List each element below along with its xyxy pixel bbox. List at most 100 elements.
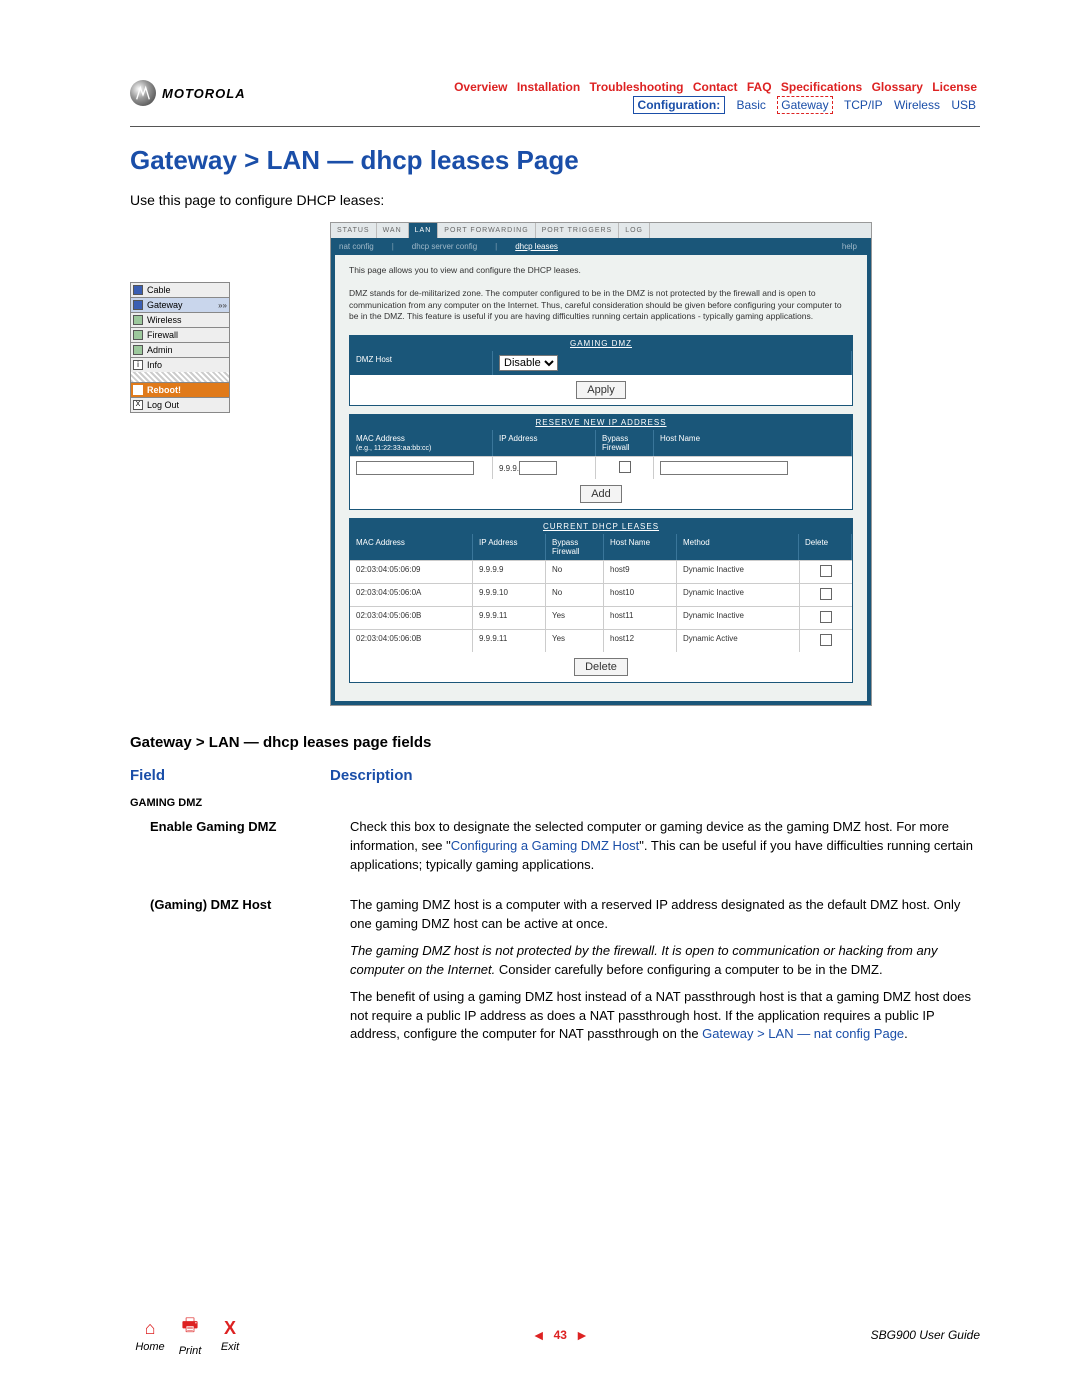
header-rule <box>130 126 980 127</box>
print-label: Print <box>170 1345 210 1357</box>
dmz-host-label: DMZ Host <box>350 351 493 375</box>
nav-overview[interactable]: Overview <box>454 80 507 94</box>
nav-basic[interactable]: Basic <box>737 98 766 112</box>
panel-desc-1: This page allows you to view and configu… <box>349 265 853 276</box>
col-delete: Delete <box>799 534 852 560</box>
delete-button[interactable]: Delete <box>574 658 628 676</box>
nav-tcpip[interactable]: TCP/IP <box>844 98 883 112</box>
dmz-host-select[interactable]: Disable <box>499 355 558 371</box>
link-nat-config-page[interactable]: Gateway > LAN — nat config Page <box>702 1026 904 1041</box>
cell-method: Dynamic Inactive <box>677 561 800 583</box>
nav-faq[interactable]: FAQ <box>747 80 772 94</box>
col-mac-hint: (e.g., 11:22:33:aa:bb:cc) <box>356 445 431 452</box>
brand-name: MOTOROLA <box>162 86 246 101</box>
bypass-checkbox[interactable] <box>619 461 631 473</box>
nav-configuration[interactable]: Configuration: <box>633 96 726 114</box>
cell-bypass: Yes <box>546 607 604 629</box>
panel-title: GAMING DMZ <box>350 336 852 351</box>
square-icon <box>133 330 143 340</box>
sidebar-item-label: Firewall <box>147 330 178 340</box>
sidebar-item-logout[interactable]: XLog Out <box>130 397 230 413</box>
sidebar-item-label: Cable <box>147 285 171 295</box>
sidebar-divider <box>130 372 230 382</box>
subtab-dhcp-leases[interactable]: dhcp leases <box>515 242 558 251</box>
nav-usb[interactable]: USB <box>951 98 976 112</box>
cell-ip: 9.9.9.10 <box>473 584 546 606</box>
mac-input[interactable] <box>356 461 474 475</box>
nav-contact[interactable]: Contact <box>693 80 738 94</box>
tab-port-triggers[interactable]: PORT TRIGGERS <box>536 223 620 238</box>
nav-installation[interactable]: Installation <box>517 80 580 94</box>
top-nav: Overview Installation Troubleshooting Co… <box>451 80 980 112</box>
sidebar-nav: Cable Gateway»» Wireless Firewall Admin … <box>130 282 230 706</box>
add-button[interactable]: Add <box>580 485 622 503</box>
cell-ip: 9.9.9.11 <box>473 607 546 629</box>
home-button[interactable]: ⌂ Home <box>130 1318 170 1353</box>
sidebar-item-reboot[interactable]: Reboot! <box>130 382 230 397</box>
nav-gateway[interactable]: Gateway <box>777 96 832 114</box>
ip-prefix: 9.9.9. <box>499 464 519 473</box>
close-icon: X <box>133 400 143 410</box>
delete-checkbox[interactable] <box>820 588 832 600</box>
cell-mac: 02:03:04:05:06:09 <box>350 561 473 583</box>
col-bypass: Bypass Firewall <box>546 534 604 560</box>
page-intro: Use this page to configure DHCP leases: <box>130 192 980 208</box>
sidebar-item-firewall[interactable]: Firewall <box>130 327 230 342</box>
cell-mac: 02:03:04:05:06:0B <box>350 630 473 652</box>
tab-port-forwarding[interactable]: PORT FORWARDING <box>438 223 535 238</box>
help-link[interactable]: help <box>842 242 857 251</box>
field-description: The gaming DMZ host is not protected by … <box>350 942 980 980</box>
guide-name: SBG900 User Guide <box>871 1328 980 1342</box>
table-row: 02:03:04:05:06:09 9.9.9.9 No host9 Dynam… <box>350 560 852 583</box>
field-header-field: Field <box>130 767 330 784</box>
tab-wan[interactable]: WAN <box>377 223 409 238</box>
field-label: (Gaming) DMZ Host <box>150 896 350 1052</box>
nav-glossary[interactable]: Glossary <box>872 80 923 94</box>
nav-troubleshooting[interactable]: Troubleshooting <box>590 80 684 94</box>
col-mac: MAC Address <box>350 534 473 560</box>
hostname-input[interactable] <box>660 461 788 475</box>
chevron-right-icon: »» <box>218 301 227 310</box>
ip-suffix-input[interactable] <box>519 461 557 475</box>
cell-method: Dynamic Inactive <box>677 584 800 606</box>
col-mac: MAC Address <box>356 434 405 443</box>
panel-desc-2: DMZ stands for de-militarized zone. The … <box>349 288 853 322</box>
col-method: Method <box>677 534 799 560</box>
nav-license[interactable]: License <box>932 80 977 94</box>
sidebar-item-gateway[interactable]: Gateway»» <box>130 297 230 312</box>
exit-button[interactable]: X Exit <box>210 1318 250 1353</box>
sidebar-item-wireless[interactable]: Wireless <box>130 312 230 327</box>
subtab-nat-config[interactable]: nat config <box>339 242 374 251</box>
table-row: 02:03:04:05:06:0B 9.9.9.11 Yes host11 Dy… <box>350 606 852 629</box>
tab-status[interactable]: STATUS <box>331 223 377 238</box>
chevron-right-icon[interactable]: ► <box>575 1327 589 1343</box>
nav-wireless[interactable]: Wireless <box>894 98 940 112</box>
col-host: Host Name <box>654 430 852 456</box>
tab-log[interactable]: LOG <box>619 223 650 238</box>
sidebar-item-info[interactable]: iInfo <box>130 357 230 372</box>
print-button[interactable]: 🖶 Print <box>170 1313 210 1357</box>
chevron-left-icon[interactable]: ◄ <box>532 1327 546 1343</box>
delete-checkbox[interactable] <box>820 611 832 623</box>
close-icon: X <box>210 1318 250 1339</box>
nav-specifications[interactable]: Specifications <box>781 80 862 94</box>
tab-lan[interactable]: LAN <box>409 223 439 238</box>
cell-host: host9 <box>604 561 677 583</box>
page-number-value: 43 <box>554 1328 567 1342</box>
cell-host: host12 <box>604 630 677 652</box>
delete-checkbox[interactable] <box>820 634 832 646</box>
link-configuring-dmz[interactable]: Configuring a Gaming DMZ Host <box>451 838 640 853</box>
main-tabs: STATUS WAN LAN PORT FORWARDING PORT TRIG… <box>331 223 871 238</box>
subtab-dhcp-server[interactable]: dhcp server config <box>412 242 477 251</box>
panel-title: CURRENT DHCP LEASES <box>350 519 852 534</box>
cell-bypass: Yes <box>546 630 604 652</box>
sidebar-item-cable[interactable]: Cable <box>130 282 230 297</box>
apply-button[interactable]: Apply <box>576 381 626 399</box>
field-header-description: Description <box>330 767 413 784</box>
logo: MOTOROLA <box>130 80 246 106</box>
sidebar-item-admin[interactable]: Admin <box>130 342 230 357</box>
col-ip: IP Address <box>473 534 546 560</box>
cell-mac: 02:03:04:05:06:0A <box>350 584 473 606</box>
delete-checkbox[interactable] <box>820 565 832 577</box>
sub-tabs: nat config | dhcp server config | dhcp l… <box>331 238 871 255</box>
